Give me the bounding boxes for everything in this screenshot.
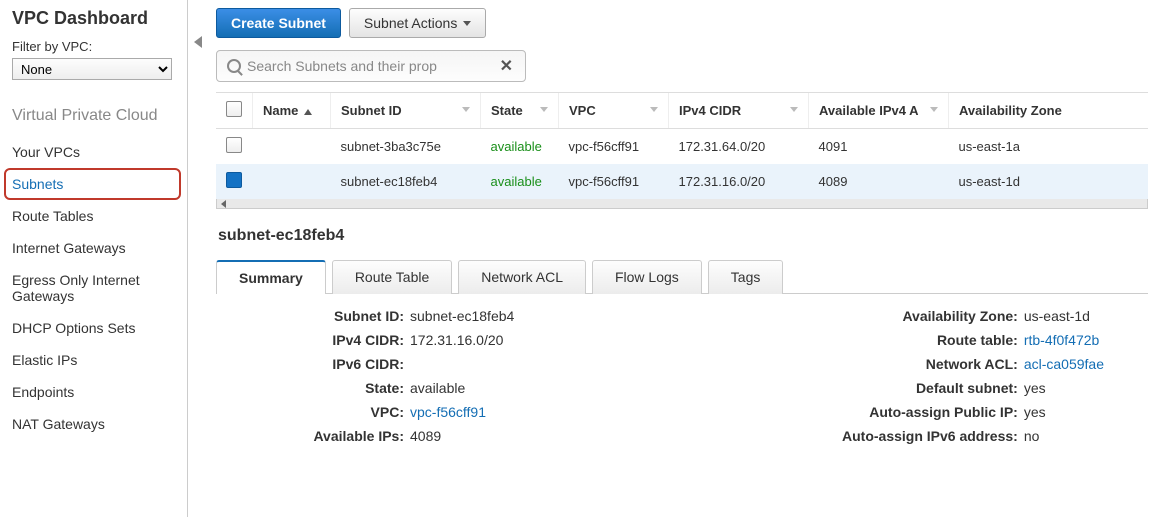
cell-subnet-id: subnet-3ba3c75e (331, 129, 481, 165)
col-vpc[interactable]: VPC (559, 93, 669, 129)
detail-tabs: Summary Route Table Network ACL Flow Log… (216, 259, 1148, 294)
row-checkbox[interactable] (226, 137, 242, 153)
chevron-down-icon (463, 21, 471, 26)
cell-available-ipv4: 4089 (809, 164, 949, 199)
cell-state: available (481, 164, 559, 199)
label-ipv4-cidr: IPv4 CIDR: (220, 332, 404, 348)
subnet-actions-label: Subnet Actions (364, 15, 457, 31)
search-container: ✕ (216, 50, 526, 82)
sort-handle-icon (790, 107, 798, 112)
search-icon (227, 59, 241, 73)
table-horizontal-scrollbar[interactable] (216, 199, 1148, 209)
tab-route-table[interactable]: Route Table (332, 260, 452, 294)
sidebar-title: VPC Dashboard (12, 8, 187, 29)
col-ipv4-cidr[interactable]: IPv4 CIDR (669, 93, 809, 129)
cell-subnet-id: subnet-ec18feb4 (331, 164, 481, 199)
collapse-sidebar-icon[interactable] (194, 36, 202, 48)
table-header-row: Name Subnet ID State VPC IPv4 CIDR Avail… (216, 93, 1148, 129)
tab-tags[interactable]: Tags (708, 260, 784, 294)
sidebar-item-elastic-ips[interactable]: Elastic IPs (12, 344, 187, 376)
value-az: us-east-1d (1024, 308, 1090, 324)
label-subnet-id: Subnet ID: (220, 308, 404, 324)
label-az: Availability Zone: (808, 308, 1018, 324)
value-subnet-id: subnet-ec18feb4 (410, 308, 514, 324)
label-route-table: Route table: (808, 332, 1018, 348)
toolbar: Create Subnet Subnet Actions (216, 8, 1148, 38)
sidebar-item-subnets[interactable]: Subnets (4, 168, 181, 200)
sidebar-item-internet-gateways[interactable]: Internet Gateways (12, 232, 187, 264)
value-vpc-link[interactable]: vpc-f56cff91 (410, 404, 486, 420)
scroll-left-icon (221, 200, 226, 208)
sidebar-item-dhcp-options[interactable]: DHCP Options Sets (12, 312, 187, 344)
select-all-checkbox[interactable] (226, 101, 242, 117)
label-default-subnet: Default subnet: (808, 380, 1018, 396)
value-route-table-link[interactable]: rtb-4f0f472b (1024, 332, 1100, 348)
value-available-ips: 4089 (410, 428, 441, 444)
sidebar-item-endpoints[interactable]: Endpoints (12, 376, 187, 408)
cell-ipv4-cidr: 172.31.16.0/20 (669, 164, 809, 199)
cell-vpc: vpc-f56cff91 (559, 164, 669, 199)
nav-heading-vpc: Virtual Private Cloud (12, 106, 187, 126)
cell-state: available (481, 129, 559, 165)
tab-flow-logs[interactable]: Flow Logs (592, 260, 702, 294)
cell-vpc: vpc-f56cff91 (559, 129, 669, 165)
sort-handle-icon (540, 107, 548, 112)
collapse-gutter (188, 0, 216, 517)
label-auto-assign-public-ip: Auto-assign Public IP: (808, 404, 1018, 420)
col-subnet-id[interactable]: Subnet ID (331, 93, 481, 129)
filter-by-vpc-label: Filter by VPC: (12, 39, 187, 54)
sidebar-item-nat-gateways[interactable]: NAT Gateways (12, 408, 187, 440)
label-available-ips: Available IPs: (220, 428, 404, 444)
sidebar-item-egress-only-igw[interactable]: Egress Only Internet Gateways (12, 264, 187, 312)
cell-name (253, 164, 331, 199)
value-default-subnet: yes (1024, 380, 1046, 396)
subnet-actions-button[interactable]: Subnet Actions (349, 8, 486, 38)
summary-panel: Subnet ID: subnet-ec18feb4 IPv4 CIDR: 172.… (216, 294, 1148, 444)
cell-az: us-east-1a (949, 129, 1149, 165)
label-network-acl: Network ACL: (808, 356, 1018, 372)
col-availability-zone[interactable]: Availability Zone (949, 93, 1149, 129)
tab-summary[interactable]: Summary (216, 260, 326, 294)
main-content: Create Subnet Subnet Actions ✕ Name Subn… (216, 0, 1162, 517)
label-state: State: (220, 380, 404, 396)
col-available-ipv4[interactable]: Available IPv4 A (809, 93, 949, 129)
detail-panel-title: subnet-ec18feb4 (218, 227, 1148, 245)
table-row[interactable]: subnet-ec18feb4 available vpc-f56cff91 1… (216, 164, 1148, 199)
label-vpc: VPC: (220, 404, 404, 420)
create-subnet-button[interactable]: Create Subnet (216, 8, 341, 38)
subnets-table: Name Subnet ID State VPC IPv4 CIDR Avail… (216, 92, 1148, 199)
cell-ipv4-cidr: 172.31.64.0/20 (669, 129, 809, 165)
sort-handle-icon (930, 107, 938, 112)
value-state: available (410, 380, 465, 396)
value-auto-assign-ipv6: no (1024, 428, 1040, 444)
sort-handle-icon (462, 107, 470, 112)
value-auto-assign-public-ip: yes (1024, 404, 1046, 420)
tab-network-acl[interactable]: Network ACL (458, 260, 586, 294)
table-row[interactable]: subnet-3ba3c75e available vpc-f56cff91 1… (216, 129, 1148, 165)
sort-asc-icon (304, 109, 312, 115)
search-input[interactable] (247, 58, 498, 74)
value-network-acl-link[interactable]: acl-ca059fae (1024, 356, 1104, 372)
sidebar-item-route-tables[interactable]: Route Tables (12, 200, 187, 232)
sidebar-item-your-vpcs[interactable]: Your VPCs (12, 136, 187, 168)
label-ipv6-cidr: IPv6 CIDR: (220, 356, 404, 372)
cell-available-ipv4: 4091 (809, 129, 949, 165)
sort-handle-icon (650, 107, 658, 112)
clear-search-icon[interactable]: ✕ (498, 56, 515, 76)
cell-az: us-east-1d (949, 164, 1149, 199)
row-checkbox[interactable] (226, 172, 242, 188)
value-ipv4-cidr: 172.31.16.0/20 (410, 332, 503, 348)
label-auto-assign-ipv6: Auto-assign IPv6 address: (808, 428, 1018, 444)
col-state[interactable]: State (481, 93, 559, 129)
sidebar: VPC Dashboard Filter by VPC: None Virtua… (0, 0, 188, 517)
filter-by-vpc-select[interactable]: None (12, 58, 172, 80)
col-name[interactable]: Name (253, 93, 331, 129)
cell-name (253, 129, 331, 165)
